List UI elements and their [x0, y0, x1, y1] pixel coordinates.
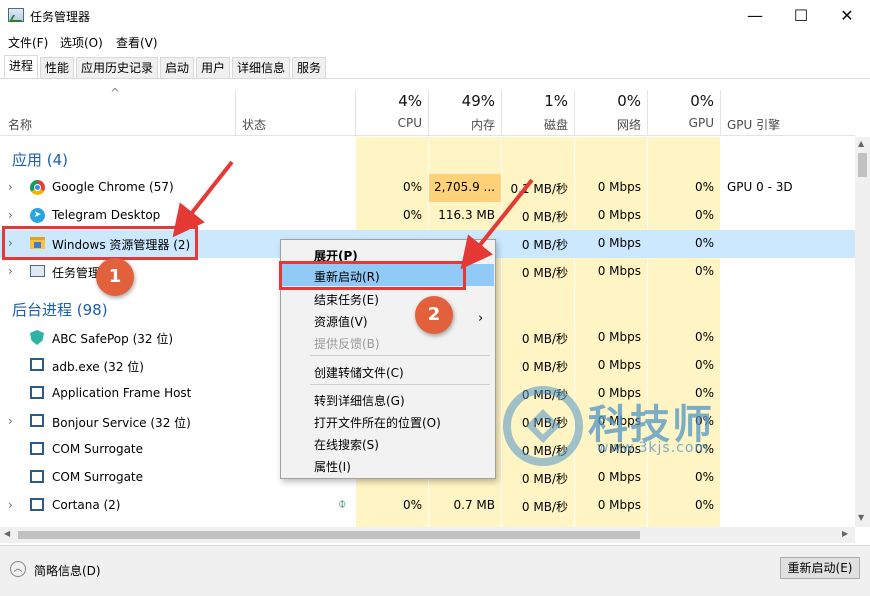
footer-bar: [0, 545, 870, 596]
restart-button[interactable]: 重新启动(E): [780, 557, 860, 579]
chevron-up-icon[interactable]: ︿: [10, 561, 26, 577]
arrow-to-restart: [460, 178, 534, 270]
fewer-details-link[interactable]: 简略信息(D): [34, 562, 101, 579]
watermark-url: www.3kjs.com: [597, 440, 710, 456]
step-badge-2: 2: [415, 296, 453, 334]
watermark-logo-icon: [503, 386, 583, 466]
arrow-to-explorer: [172, 160, 234, 238]
step-badge-1: 1: [96, 258, 134, 296]
